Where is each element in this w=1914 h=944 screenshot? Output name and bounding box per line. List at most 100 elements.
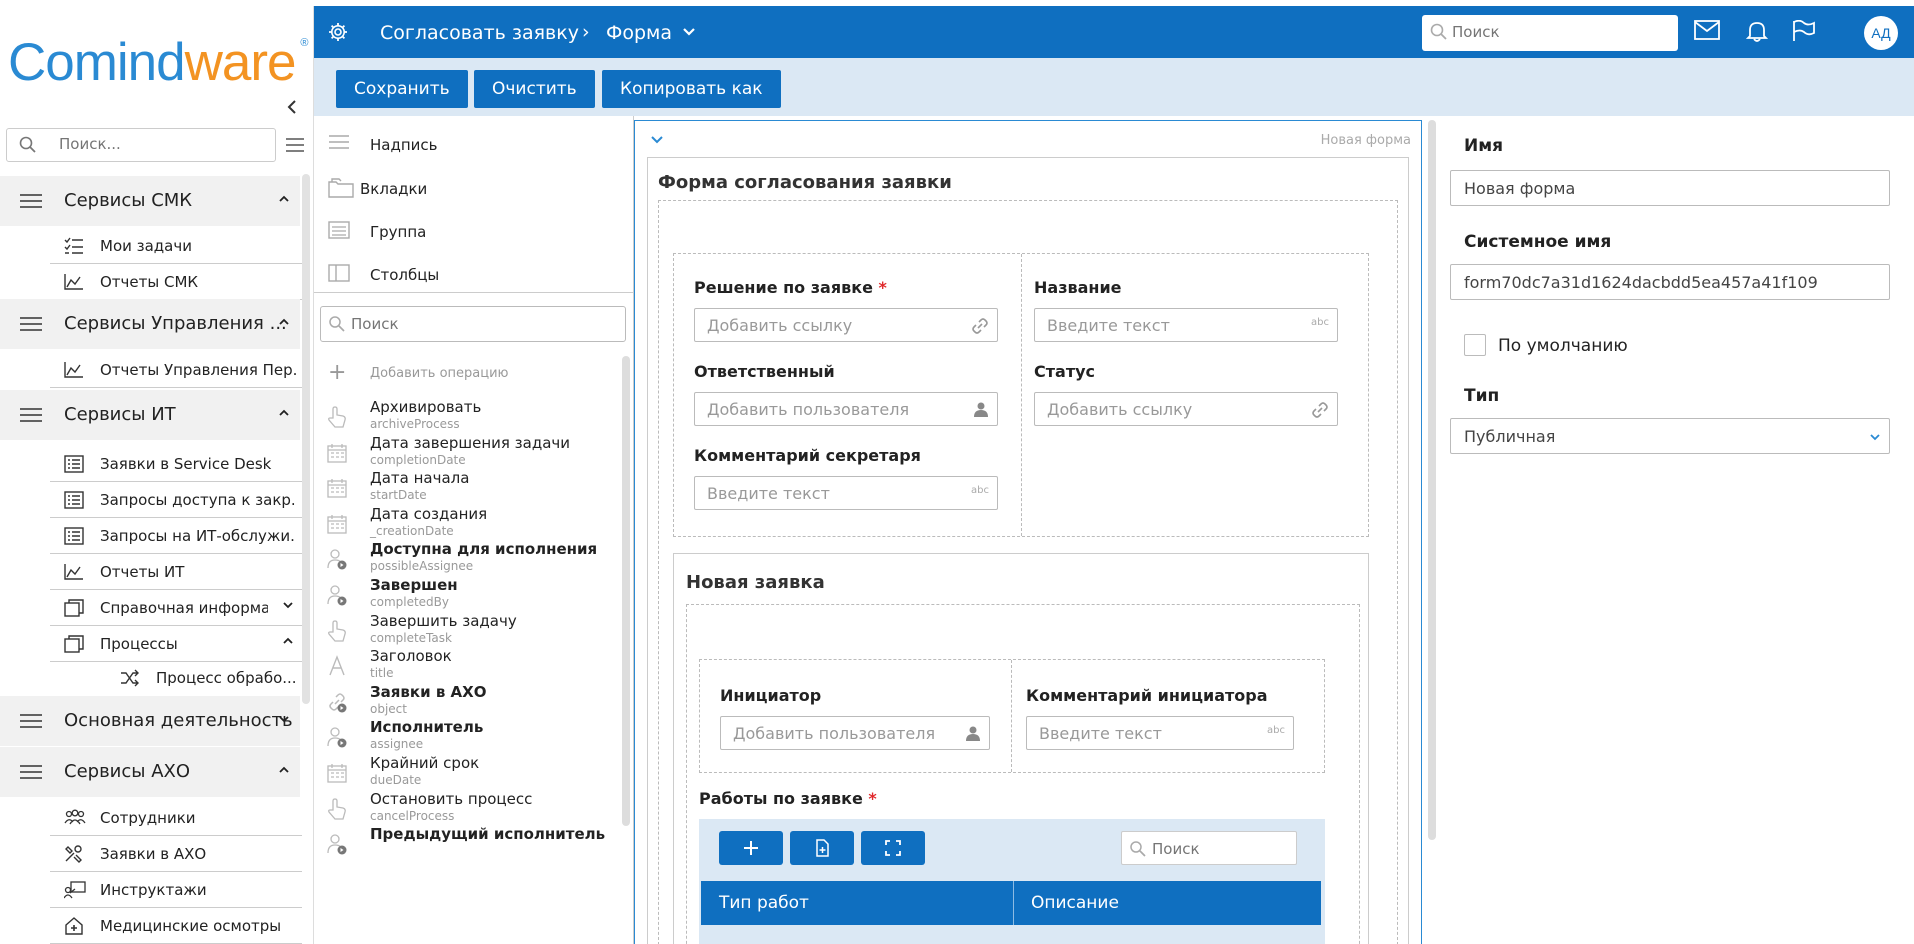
operation-title: Завершить задачу	[370, 611, 517, 630]
sysname-prop-input[interactable]: form70dc7a31d1624dacbdd5ea457a41f109	[1450, 264, 1890, 300]
sidebar-item-smk-reports[interactable]: Отчеты СМК	[50, 264, 302, 300]
sidebar-group-main-activity[interactable]: Основная деятельность	[0, 696, 300, 746]
people-icon	[64, 809, 86, 827]
sidebar-search-input[interactable]	[59, 135, 259, 153]
mail-icon[interactable]	[1694, 20, 1720, 44]
operation-system-name: object	[370, 701, 407, 716]
add-row-button[interactable]	[719, 831, 783, 865]
link-icon	[1311, 401, 1329, 423]
operation-title: Остановить процесс	[370, 789, 533, 808]
works-grid: Тип работ Описание	[699, 819, 1325, 944]
form-canvas: Новая форма Форма согласования заявки Ре…	[634, 116, 1428, 944]
global-search[interactable]	[1422, 15, 1678, 51]
gear-icon[interactable]	[328, 22, 348, 46]
copy-as-button[interactable]: Копировать как	[602, 70, 781, 108]
chevron-down-icon[interactable]	[651, 131, 663, 149]
breadcrumb-process[interactable]: Согласовать заявку	[380, 22, 579, 44]
responsible-field[interactable]: Добавить пользователя	[694, 392, 998, 426]
new-request-title: Новая заявка	[686, 572, 825, 593]
column-work-type[interactable]: Тип работ	[719, 893, 809, 913]
sidebar-item-employees[interactable]: Сотрудники	[50, 800, 302, 836]
initiator-columns[interactable]: Инициатор Добавить пользователя Коммента…	[699, 659, 1325, 773]
flag-icon[interactable]	[1792, 19, 1816, 46]
type-prop-label: Тип	[1464, 386, 1500, 406]
tools-icon	[64, 845, 84, 863]
sidebar-item-process-handling[interactable]: Процесс обрабо...	[106, 660, 302, 696]
sidebar-item-aho-requests[interactable]: Заявки в АХО	[50, 836, 302, 872]
decision-field[interactable]: Добавить ссылку	[694, 308, 998, 342]
form-tag: Новая форма	[1320, 133, 1411, 148]
sidebar-item-it-service[interactable]: Запросы на ИТ-обслужи...	[50, 518, 302, 554]
default-checkbox-label[interactable]: По умолчанию	[1498, 336, 1628, 356]
search-icon	[1130, 841, 1146, 861]
bell-icon[interactable]	[1745, 20, 1769, 46]
folder-icon	[64, 635, 84, 653]
clear-button[interactable]: Очистить	[474, 70, 595, 108]
sysname-prop-label: Системное имя	[1464, 232, 1612, 252]
sidebar-item-my-tasks[interactable]: Мои задачи	[50, 228, 302, 264]
form-frame[interactable]: Новая форма Форма согласования заявки Ре…	[634, 120, 1422, 944]
expand-icon	[885, 840, 901, 856]
status-label: Статус	[1034, 362, 1095, 381]
properties-scrollbar[interactable]	[1428, 120, 1436, 840]
operation-title: Дата создания	[370, 504, 488, 523]
chevron-down-icon[interactable]	[682, 24, 696, 42]
menu-icon[interactable]	[286, 138, 304, 156]
sidebar-item-access-requests[interactable]: Запросы доступа к закр...	[50, 482, 302, 518]
sidebar-search[interactable]	[6, 128, 276, 162]
sidebar-item-hr-reports[interactable]: Отчеты Управления Пер...	[50, 352, 302, 388]
sidebar-group-hr[interactable]: Сервисы Управления ...	[0, 299, 300, 349]
palette-search[interactable]	[320, 306, 626, 342]
type-select[interactable]: Публичная	[1450, 418, 1890, 454]
fullscreen-button[interactable]	[861, 831, 925, 865]
sidebar-item-reference-info[interactable]: Справочная информа...	[50, 590, 302, 626]
sidebar-item-processes[interactable]: Процессы	[50, 626, 302, 662]
sidebar-group-it[interactable]: Сервисы ИТ	[0, 390, 300, 440]
chart-icon	[64, 273, 84, 291]
avatar[interactable]: АД	[1864, 16, 1898, 50]
hamburger-icon	[20, 408, 42, 426]
default-checkbox[interactable]	[1464, 334, 1486, 356]
sidebar-group-aho[interactable]: Сервисы АХО	[0, 747, 300, 797]
column-divider[interactable]	[1013, 881, 1014, 925]
palette-search-input[interactable]	[351, 315, 611, 333]
name-field[interactable]: Введите текст abc	[1034, 308, 1338, 342]
form-container[interactable]: Форма согласования заявки Решение по зая…	[647, 157, 1409, 944]
chevron-down-icon	[278, 710, 290, 729]
initiator-field[interactable]: Добавить пользователя	[720, 716, 990, 750]
works-label: Работы по заявке *	[699, 789, 877, 808]
user-icon	[326, 833, 348, 859]
operation-system-name: title	[370, 666, 394, 681]
export-button[interactable]	[790, 831, 854, 865]
secretary-comment-field[interactable]: Введите текст abc	[694, 476, 998, 510]
sidebar-item-service-desk[interactable]: Заявки в Service Desk	[50, 446, 302, 482]
global-search-input[interactable]	[1452, 23, 1662, 41]
hamburger-icon	[20, 194, 42, 212]
chevron-up-icon	[278, 313, 290, 332]
initiator-comment-field[interactable]: Введите текст abc	[1026, 716, 1294, 750]
initiator-comment-column: Комментарий инициатора Введите текст abc	[1012, 660, 1324, 772]
sidebar-scrollbar[interactable]	[302, 174, 310, 704]
status-field[interactable]: Добавить ссылку	[1034, 392, 1338, 426]
decision-label: Решение по заявке *	[694, 278, 887, 297]
operation-title: Заявки в АХО	[370, 682, 487, 701]
column-description[interactable]: Описание	[1031, 893, 1119, 913]
operation-item[interactable]: Предыдущий исполнитель	[326, 825, 616, 867]
shuffle-icon	[120, 669, 140, 687]
palette-scrollbar[interactable]	[622, 356, 630, 826]
save-button[interactable]: Сохранить	[336, 70, 468, 108]
columns-block[interactable]: Решение по заявке * Добавить ссылку Отве…	[673, 253, 1369, 537]
name-prop-input[interactable]: Новая форма	[1450, 170, 1890, 206]
new-request-group[interactable]: Новая заявка Инициатор Добавить пользова…	[673, 553, 1369, 944]
chevron-up-icon	[278, 761, 290, 780]
grid-search[interactable]	[1121, 831, 1297, 865]
grid-search-input[interactable]	[1152, 840, 1292, 858]
collapse-sidebar-icon[interactable]	[286, 96, 298, 120]
list-icon	[64, 491, 84, 509]
sidebar-item-it-reports[interactable]: Отчеты ИТ	[50, 554, 302, 590]
chart-icon	[64, 361, 84, 379]
breadcrumb-form[interactable]: Форма	[606, 22, 672, 44]
sidebar-item-briefings[interactable]: Инструктажи	[50, 872, 302, 908]
sidebar-item-medical[interactable]: Медицинские осмотры	[50, 908, 302, 944]
sidebar-group-smk[interactable]: Сервисы СМК	[0, 176, 300, 226]
